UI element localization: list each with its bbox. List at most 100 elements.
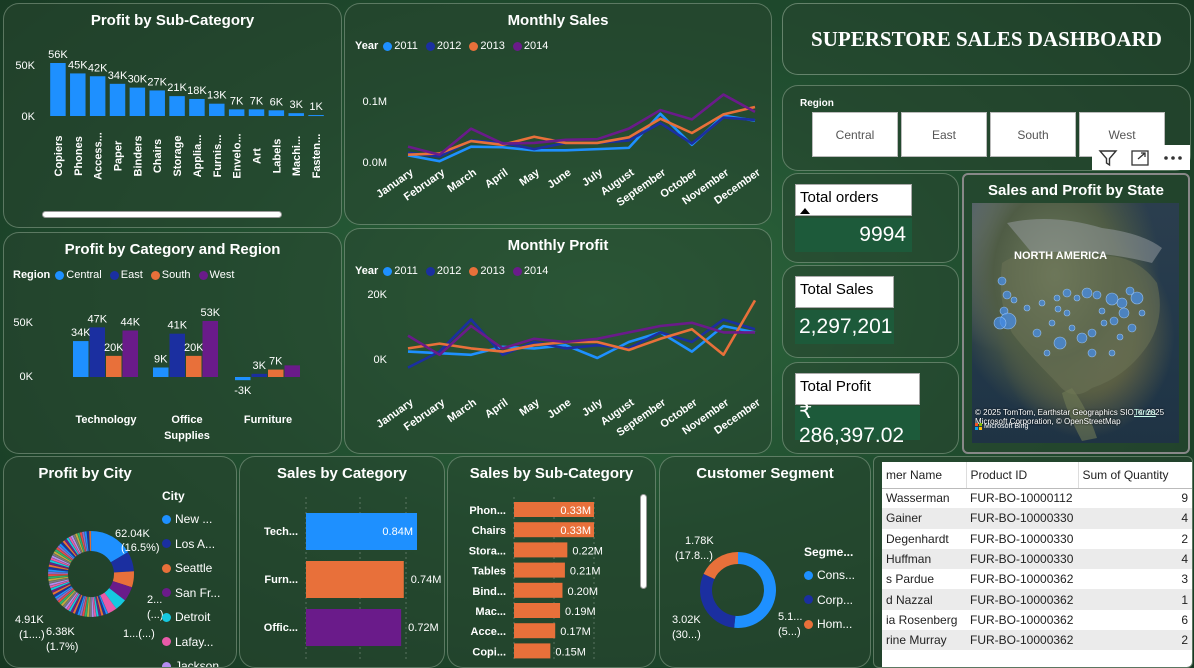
profit-by-subcategory-panel[interactable]: Profit by Sub-Category 50K 0K 56K Copiers 45… <box>3 3 342 228</box>
state-bubble[interactable] <box>1038 299 1046 307</box>
state-bubble[interactable] <box>1116 333 1124 341</box>
segment-legend: Cons... Corp... Hom... <box>804 563 855 637</box>
state-bubble[interactable] <box>1108 349 1116 357</box>
state-bubble[interactable] <box>1100 319 1108 327</box>
map-terms-link[interactable]: Terms <box>1134 408 1156 417</box>
data-label: 7K <box>269 356 283 368</box>
state-bubble[interactable] <box>1043 349 1051 357</box>
sales-by-subcategory-panel[interactable]: Sales by Sub-Category Phon... 0.33M Chairs… <box>447 456 656 668</box>
slice-label: 1.78K <box>685 535 714 547</box>
vertical-scrollbar[interactable] <box>640 494 647 589</box>
state-bubble[interactable] <box>1053 336 1067 350</box>
segment-legend-item[interactable]: Cons... <box>804 563 855 588</box>
product-id-cell: FUR-BO-10000330 <box>966 508 1078 529</box>
bing-logo-text: Microsoft Bing <box>984 423 1029 430</box>
city-legend-item[interactable]: Jackson <box>162 654 220 667</box>
state-bubble[interactable] <box>1130 291 1144 305</box>
state-bubble[interactable] <box>1073 294 1081 302</box>
state-bubble[interactable] <box>1063 309 1071 317</box>
dashboard-title-card: SUPERSTORE SALES DASHBOARD <box>782 3 1191 75</box>
state-bubble[interactable] <box>1098 307 1106 315</box>
city-legend-item[interactable]: Detroit <box>162 605 220 630</box>
horizontal-scrollbar[interactable] <box>42 211 282 218</box>
monthly-profit-panel[interactable]: Monthly Profit Year 2011 2012 2013 2014 20K 0… <box>344 228 772 454</box>
data-label: 41K <box>167 320 187 332</box>
table-row[interactable]: Huffman FUR-BO-10000330 4 <box>882 548 1192 570</box>
data-label: 0.21M <box>570 566 601 578</box>
slice-label: 5.1... <box>778 611 802 623</box>
bing-logo: Microsoft Bing <box>975 423 1028 430</box>
more-options-icon[interactable] <box>1162 149 1184 167</box>
state-map[interactable]: NORTH AMERICA <box>972 203 1179 443</box>
state-bubble[interactable] <box>1062 288 1072 298</box>
bar <box>153 367 169 377</box>
table-row[interactable]: d Nazzal FUR-BO-10000362 1 <box>882 589 1192 610</box>
sales-by-category-panel[interactable]: Sales by Category Tech... 0.84M Furn... 0.7… <box>239 456 445 668</box>
state-bubble[interactable] <box>1023 304 1031 312</box>
customer-name-cell: Wasserman <box>886 491 950 506</box>
map-overlay: NORTH AMERICA <box>993 219 1162 441</box>
legend-dot <box>804 570 813 580</box>
state-bubble[interactable] <box>1092 290 1102 300</box>
state-bubble[interactable] <box>1109 316 1119 326</box>
x-tick-label: Chairs <box>152 139 164 173</box>
state-bubble[interactable] <box>1076 332 1088 344</box>
table-row[interactable]: rine Murray FUR-BO-10000362 2 <box>882 630 1192 651</box>
sort-ascending-icon[interactable] <box>800 208 810 214</box>
orders-table-panel[interactable]: mer Name Product ID Sum of Quantity Wass… <box>873 456 1193 668</box>
state-bubble[interactable] <box>1054 305 1062 313</box>
filter-icon[interactable] <box>1098 149 1118 167</box>
column-header-sum-of-quantity[interactable]: Sum of Quantity <box>1078 462 1192 489</box>
table-row[interactable]: Gainer FUR-BO-10000330 4 <box>882 508 1192 529</box>
state-bubble[interactable] <box>993 316 1007 330</box>
state-bubble[interactable] <box>1087 348 1097 358</box>
state-bubble[interactable] <box>1087 328 1097 338</box>
table-row[interactable]: s Pardue FUR-BO-10000362 3 <box>882 569 1192 589</box>
state-bubble[interactable] <box>1002 290 1012 300</box>
state-bubble[interactable] <box>997 276 1007 286</box>
state-bubble[interactable] <box>1127 323 1137 333</box>
table-row[interactable]: Wasserman FUR-BO-10000112 9 <box>882 488 1192 508</box>
quantity-cell: 6 <box>1181 612 1188 627</box>
region-option-east[interactable]: East <box>901 112 987 157</box>
total-orders-label: Total orders <box>795 184 912 216</box>
customer-name-cell: ia Rosenberg <box>886 612 958 627</box>
state-bubble[interactable] <box>1010 296 1018 304</box>
x-tick-label: May <box>517 396 542 419</box>
segment-legend-item[interactable]: Hom... <box>804 612 855 637</box>
state-bubble[interactable] <box>1053 294 1061 302</box>
state-bubble[interactable] <box>1116 297 1128 309</box>
state-bubble[interactable] <box>1138 309 1146 317</box>
quantity-cell: 2 <box>1181 531 1188 546</box>
state-bubble[interactable] <box>1118 307 1130 319</box>
segment-legend-item[interactable]: Corp... <box>804 588 855 613</box>
city-legend-item[interactable]: Lafay... <box>162 630 220 655</box>
column-header-product-id[interactable]: Product ID <box>966 462 1079 489</box>
state-bubble[interactable] <box>1032 328 1042 338</box>
region-option-south[interactable]: South <box>990 112 1076 157</box>
legend-dot <box>162 539 171 549</box>
state-bubble[interactable] <box>1048 319 1056 327</box>
customer-name-cell: s Pardue <box>886 572 935 587</box>
monthly-sales-panel[interactable]: Monthly Sales Year 2011 2012 2013 2014 0.1M 0… <box>344 3 772 225</box>
customer-segment-panel[interactable]: Customer Segment 1.78K (17.8...) 3.02K (30.… <box>659 456 871 668</box>
city-legend-item[interactable]: San Fr... <box>162 581 220 606</box>
product-id-cell: FUR-BO-10000362 <box>970 612 1074 627</box>
data-label: 34K <box>108 70 128 82</box>
region-option-central[interactable]: Central <box>812 112 898 157</box>
profit-by-category-region-panel[interactable]: Profit by Category and Region Region Cent… <box>3 232 342 454</box>
column-header-customer-name[interactable]: mer Name <box>882 462 967 489</box>
city-legend-item[interactable]: New ... <box>162 507 220 532</box>
city-legend-item[interactable]: Los A... <box>162 532 220 557</box>
table-row[interactable]: Degenhardt FUR-BO-10000330 2 <box>882 529 1192 549</box>
data-label: 6K <box>270 96 284 108</box>
city-legend-item[interactable]: Seattle <box>162 556 220 581</box>
state-bubble[interactable] <box>1105 292 1119 306</box>
slice-label: 3.02K <box>672 614 701 626</box>
bar <box>73 341 89 377</box>
state-bubble[interactable] <box>1068 324 1076 332</box>
state-bubble[interactable] <box>1081 287 1093 299</box>
focus-mode-icon[interactable] <box>1130 149 1150 167</box>
profit-by-city-panel[interactable]: Profit by City 62.04K (16.5%) 4.91K (1....)… <box>3 456 237 668</box>
table-row[interactable]: ia Rosenberg FUR-BO-10000362 6 <box>882 610 1192 630</box>
